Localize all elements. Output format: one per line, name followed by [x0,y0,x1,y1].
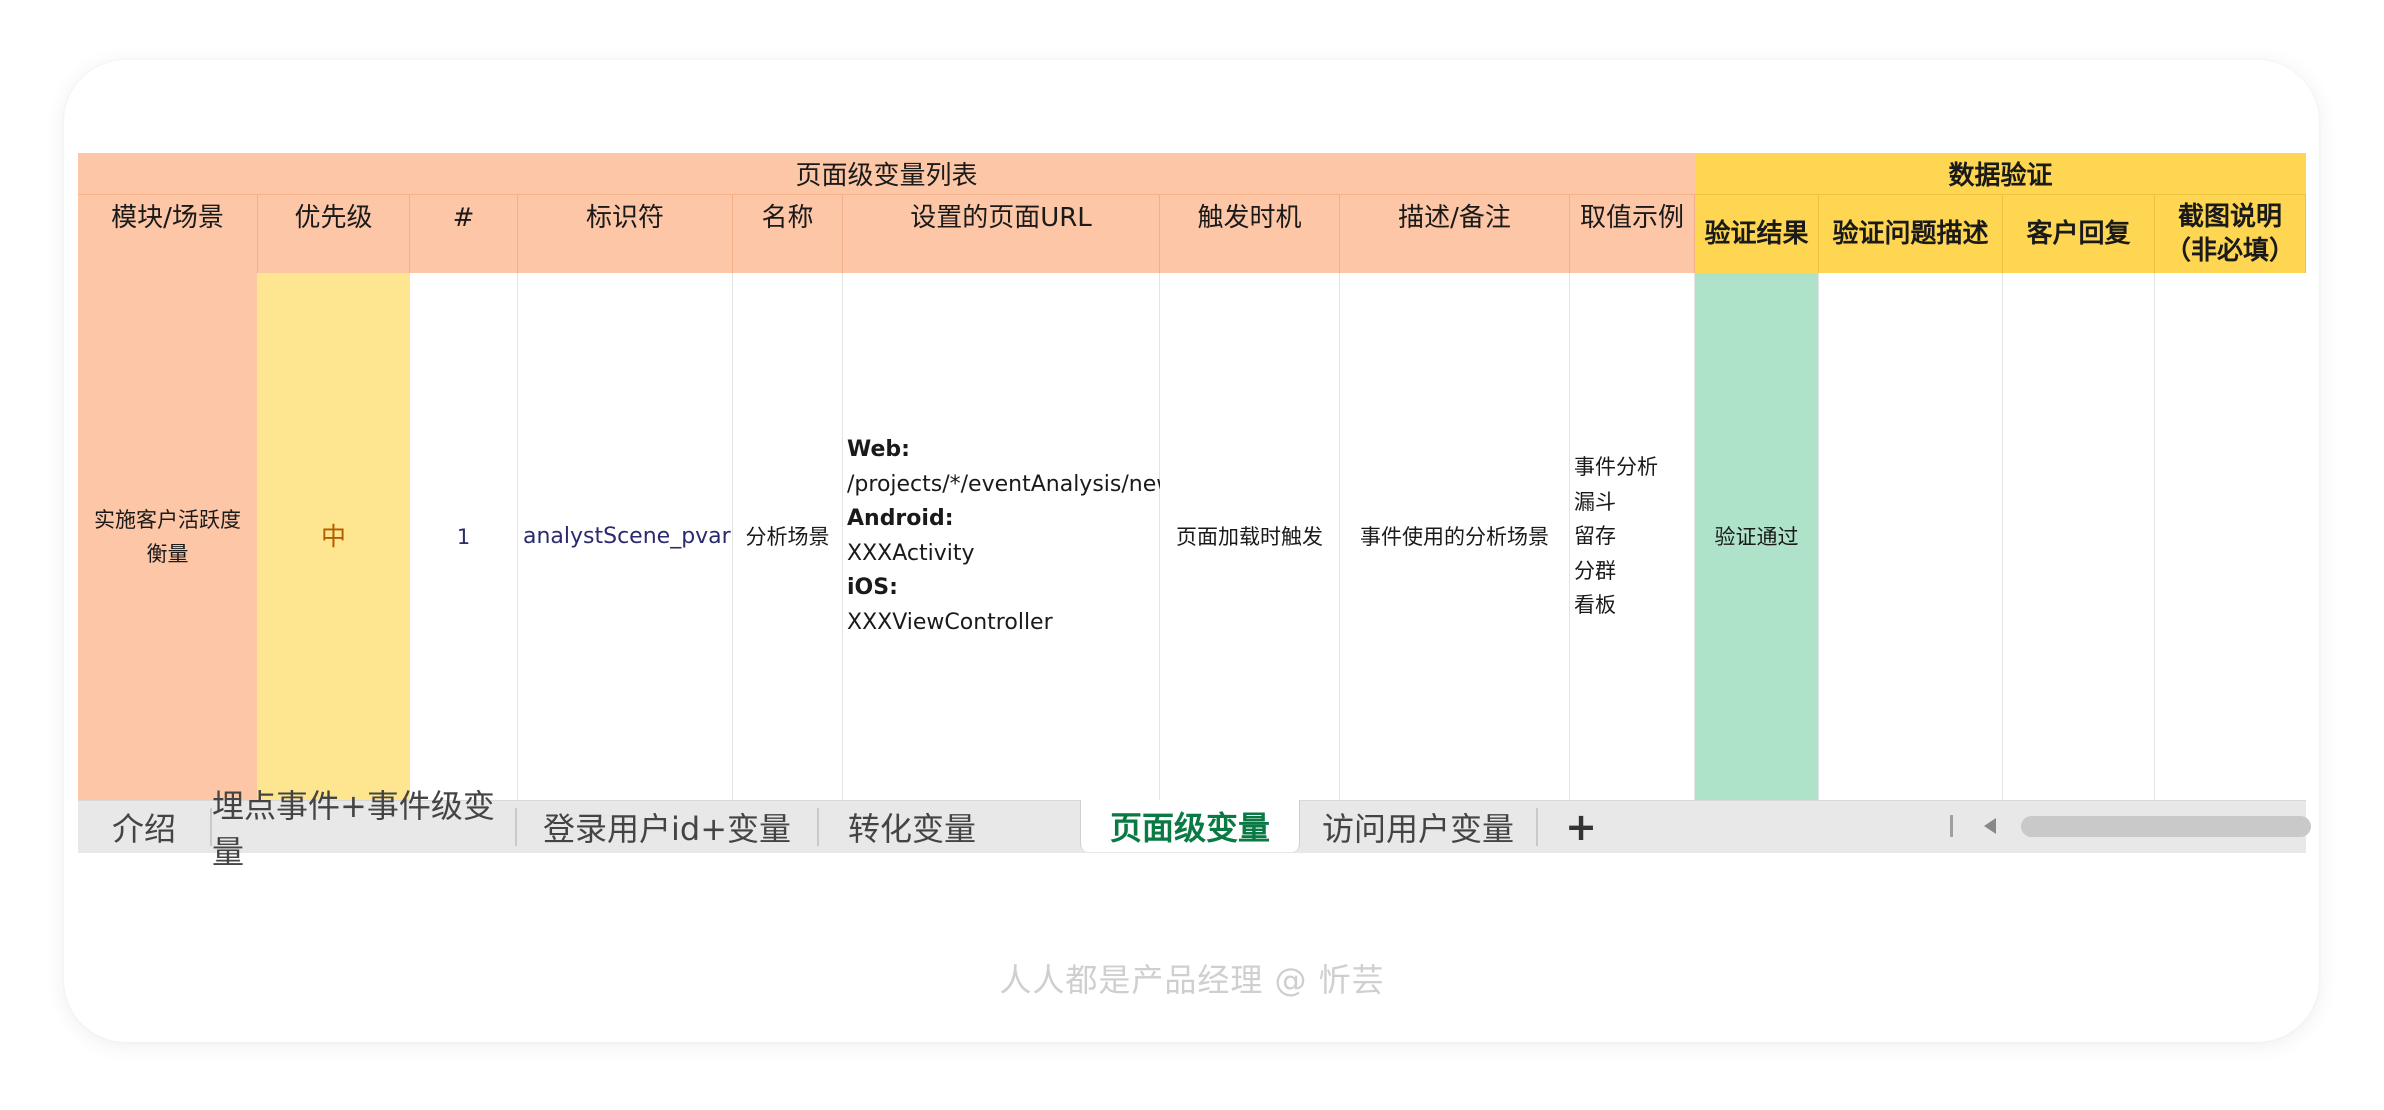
plus-icon[interactable]: + [1565,805,1597,849]
triangle-left-icon[interactable] [1984,818,1996,834]
cell-identifier[interactable]: analystScene_pvar [518,273,733,800]
col-header-name[interactable]: 名称 [733,195,843,273]
sheet-tab-events[interactable]: 埋点事件+事件级变量 [212,787,517,871]
url-ios-value: XXXViewController [847,609,1053,635]
cell-trigger[interactable]: 页面加载时触发 [1160,273,1340,800]
col-header-identifier[interactable]: 标识符 [518,195,733,273]
cell-issue[interactable] [1819,273,2003,800]
example-item: 分群 [1574,558,1616,583]
horizontal-scrollbar[interactable] [2021,816,2311,837]
cell-module[interactable]: 实施客户活跃度衡量 [78,273,258,800]
cell-priority[interactable]: 中 [258,273,410,800]
cell-name[interactable]: 分析场景 [733,273,843,800]
col-header-trigger[interactable]: 触发时机 [1160,195,1340,273]
examples-list: 事件分析 漏斗 留存 分群 看板 [1570,450,1658,623]
col-header-reply[interactable]: 客户回复 [2003,195,2155,273]
cell-examples[interactable]: 事件分析 漏斗 留存 分群 看板 [1570,273,1695,800]
col-header-url[interactable]: 设置的页面URL [843,195,1160,273]
url-android-label: Android: [847,506,954,531]
col-header-module[interactable]: 模块/场景 [78,195,258,273]
example-item: 漏斗 [1574,489,1616,514]
example-item: 事件分析 [1574,455,1658,480]
cell-url[interactable]: Web: /projects/*/eventAnalysis/new Andro… [843,273,1174,800]
cell-screenshot-note[interactable] [2155,273,2306,800]
col-header-issue[interactable]: 验证问题描述 [1819,195,2003,273]
sheet-tab-intro[interactable]: 介绍 [78,808,212,848]
url-web-label: Web: [847,437,910,462]
url-android-value: XXXActivity [847,540,975,566]
spreadsheet: 页面级变量列表 数据验证 模块/场景 优先级 # 标识符 名称 设置的页面URL… [78,153,2306,853]
watermark: 人人都是产品经理 @ 忻芸 [999,961,1385,999]
url-ios-label: iOS: [847,575,898,600]
sheet-tab-bar: 介绍 埋点事件+事件级变量 登录用户id+变量 转化变量 页面级变量 访问用户变… [78,787,2311,871]
cell-verify-result[interactable]: 验证通过 [1695,273,1819,800]
col-header-index[interactable]: # [410,195,518,273]
col-header-priority[interactable]: 优先级 [258,195,410,273]
url-content: Web: /projects/*/eventAnalysis/new Andro… [843,433,1174,640]
cell-description[interactable]: 事件使用的分析场景 [1340,273,1570,800]
example-item: 看板 [1574,593,1616,618]
sheet-tab-page-variables[interactable]: 页面级变量 [1080,800,1300,852]
sheet-tab-visitor-variables[interactable]: 访问用户变量 [1300,808,1538,848]
col-header-description[interactable]: 描述/备注 [1340,195,1570,273]
example-item: 留存 [1574,524,1616,549]
cell-reply[interactable] [2003,273,2155,800]
col-header-screenshot-note[interactable]: 截图说明（非必填） [2155,195,2306,273]
scroll-stop-icon[interactable] [1950,815,1953,837]
group-header-validation: 数据验证 [1695,153,2306,195]
col-header-verify-result[interactable]: 验证结果 [1695,195,1819,273]
sheet-tab-login-user[interactable]: 登录用户id+变量 [517,808,819,848]
sheet-tab-conversion[interactable]: 转化变量 [819,801,1005,853]
group-header-variables: 页面级变量列表 [78,153,1695,195]
col-header-examples[interactable]: 取值示例 [1570,195,1695,273]
url-web-value: /projects/*/eventAnalysis/new [847,471,1175,497]
cell-index[interactable]: 1 [410,273,518,800]
